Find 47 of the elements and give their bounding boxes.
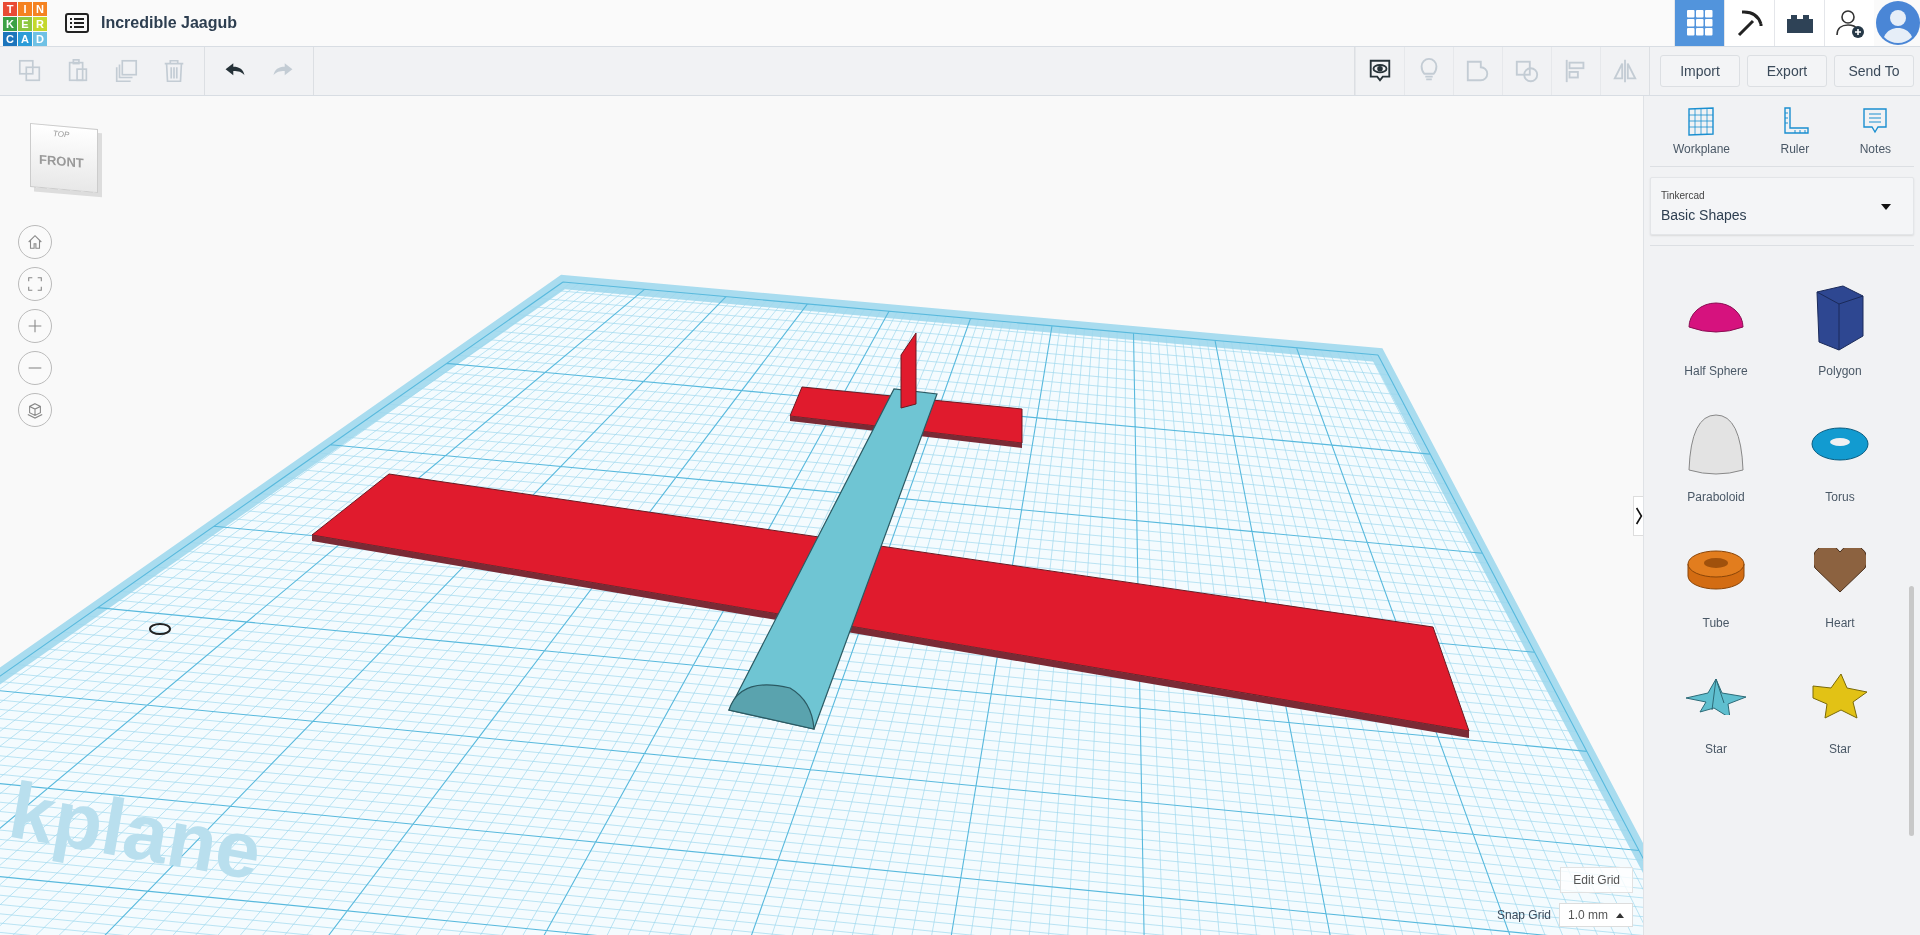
action-button[interactable]: Export bbox=[1747, 55, 1827, 87]
caret-down-icon bbox=[1881, 204, 1891, 210]
shape-item[interactable]: Half Sphere bbox=[1654, 278, 1778, 378]
library-category-label: Basic Shapes bbox=[1661, 206, 1747, 223]
design-title[interactable]: Incredible Jaagub bbox=[101, 14, 238, 32]
zoom-out-icon[interactable] bbox=[18, 351, 52, 385]
heart-icon bbox=[1814, 547, 1866, 593]
fit-view-icon[interactable] bbox=[18, 267, 52, 301]
collapse-panel-handle[interactable] bbox=[1633, 496, 1643, 536]
action-button[interactable]: Send To bbox=[1834, 55, 1914, 87]
star-icon bbox=[1685, 677, 1747, 715]
workplane-tool[interactable]: Workplane bbox=[1668, 106, 1735, 156]
chevron-right-icon bbox=[1634, 506, 1643, 526]
pickaxe-icon[interactable] bbox=[1724, 0, 1774, 46]
star-icon bbox=[1812, 673, 1868, 719]
snap-grid-label: Snap Grid bbox=[1496, 908, 1551, 922]
shape-item[interactable]: Star bbox=[1654, 656, 1778, 756]
add-user-icon[interactable] bbox=[1824, 0, 1874, 46]
paraboloid-icon bbox=[1688, 413, 1744, 475]
shape-item[interactable]: Torus bbox=[1778, 404, 1902, 504]
home-icon[interactable] bbox=[18, 225, 52, 259]
shape-item[interactable]: Polygon bbox=[1778, 278, 1902, 378]
hexagonal-prism-icon bbox=[1816, 285, 1864, 351]
library-source-label: Tinkercad bbox=[1661, 189, 1705, 201]
scrollbar[interactable] bbox=[1909, 586, 1914, 836]
shape-item[interactable]: Paraboloid bbox=[1654, 404, 1778, 504]
action-button[interactable]: Import bbox=[1660, 55, 1740, 87]
workplane-label: kplane bbox=[3, 765, 269, 897]
notes-tool[interactable]: Notes bbox=[1855, 106, 1896, 156]
caret-up-icon bbox=[1616, 912, 1624, 918]
snap-grid-dropdown[interactable]: 1.0 mm bbox=[1559, 903, 1633, 927]
shape-item[interactable]: Star bbox=[1778, 656, 1902, 756]
axis-marker-icon bbox=[149, 623, 171, 635]
avatar-icon[interactable] bbox=[1876, 1, 1920, 45]
library-dropdown[interactable]: Tinkercad Basic Shapes bbox=[1650, 177, 1914, 235]
logo[interactable]: T I N K E R C A D bbox=[3, 2, 47, 46]
brick-icon[interactable] bbox=[1774, 0, 1824, 46]
shape-item[interactable]: Heart bbox=[1778, 530, 1902, 630]
cube-icon[interactable] bbox=[18, 393, 52, 427]
list-icon[interactable] bbox=[65, 13, 89, 33]
ruler-tool[interactable]: Ruler bbox=[1775, 106, 1814, 156]
grid-icon bbox=[1686, 106, 1717, 136]
torus-icon bbox=[1811, 427, 1869, 461]
tube-icon bbox=[1687, 550, 1745, 590]
edit-grid-button[interactable]: Edit Grid bbox=[1560, 867, 1633, 893]
shape-item[interactable]: Tube bbox=[1654, 530, 1778, 630]
zoom-in-icon[interactable] bbox=[18, 309, 52, 343]
